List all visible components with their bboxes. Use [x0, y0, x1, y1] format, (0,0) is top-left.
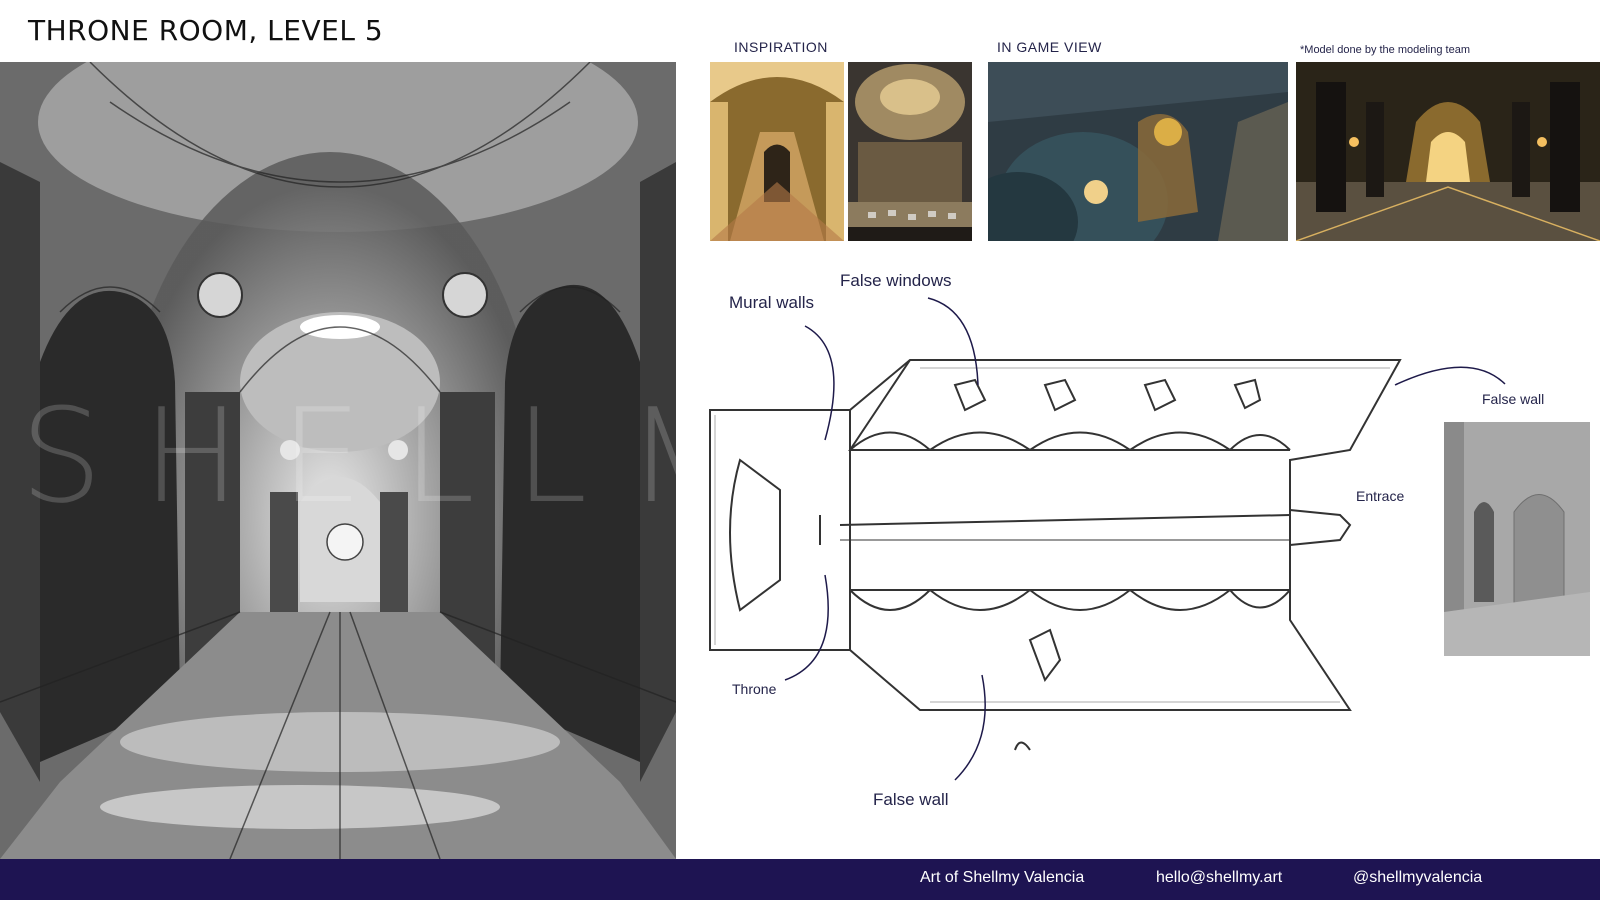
- arrow-throne: [784, 574, 829, 681]
- arrow-mural-walls: [804, 325, 835, 441]
- annotation-false-wall-bottom: False wall: [873, 790, 949, 809]
- false-wall-render: [1444, 422, 1590, 656]
- footer-email-link[interactable]: hello@shellmy.art: [1156, 869, 1282, 887]
- arrow-false-wall-right: [1394, 366, 1506, 386]
- footer-handle-link[interactable]: @shellmyvalencia: [1353, 869, 1482, 887]
- arrow-false-wall-bottom: [954, 674, 986, 781]
- footer-credit: Art of Shellmy Valencia: [920, 869, 1085, 886]
- annotation-arrows: [784, 297, 1506, 781]
- footer-bar: Art of Shellmy Valencia hello@shellmy.ar…: [0, 859, 1600, 900]
- arrow-false-windows: [927, 297, 979, 386]
- annotation-entrance: Entrace: [1356, 488, 1405, 504]
- annotation-throne: Throne: [732, 681, 777, 697]
- annotation-false-windows: False windows: [840, 271, 952, 290]
- annotation-false-wall-right: False wall: [1482, 391, 1545, 407]
- annotation-mural-walls: Mural walls: [729, 293, 815, 312]
